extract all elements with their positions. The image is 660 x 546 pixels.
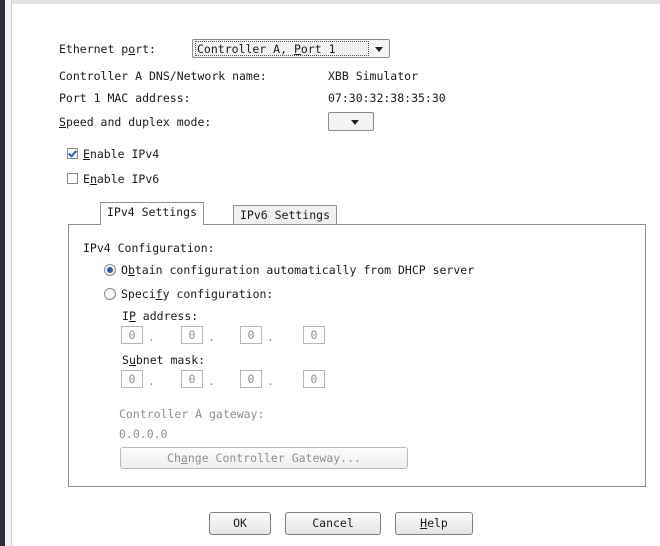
ip-octet-2[interactable]: 0 <box>181 326 203 344</box>
help-button[interactable]: Help <box>395 512 473 535</box>
subnet-octet-1[interactable]: 0 <box>121 370 143 388</box>
mac-address-label: Port 1 MAC address: <box>59 91 191 105</box>
subnet-octet-3[interactable]: 0 <box>240 370 262 388</box>
tab-ipv4-settings[interactable]: IPv4 Settings <box>100 202 205 225</box>
change-gateway-button[interactable]: Change Controller Gateway... <box>120 447 408 469</box>
speed-duplex-label: Speed and duplex mode: <box>59 115 212 129</box>
dns-name-label: Controller A DNS/Network name: <box>59 69 267 83</box>
gateway-value: 0.0.0.0 <box>119 427 168 441</box>
subnet-dot-separator: . <box>148 374 155 388</box>
gateway-label: Controller A gateway: <box>119 407 265 421</box>
ipv4-configuration-heading: IPv4 Configuration: <box>83 241 215 255</box>
ip-dot-separator: . <box>148 330 155 344</box>
dns-name-value: XBB Simulator <box>328 69 419 83</box>
ipv4-settings-panel: IPv4 Configuration: Obtain configuration… <box>68 224 646 487</box>
subnet-mask-label: Subnet mask: <box>122 353 206 367</box>
enable-ipv4-checkbox[interactable] <box>67 148 78 159</box>
subnet-octet-4[interactable]: 0 <box>303 370 325 388</box>
dhcp-label: Obtain configuration automatically from … <box>121 263 475 277</box>
enable-ipv6-checkbox[interactable] <box>67 173 78 184</box>
dhcp-radio[interactable] <box>104 264 116 276</box>
specify-config-label: Specify configuration: <box>121 287 274 301</box>
cancel-button[interactable]: Cancel <box>285 512 381 535</box>
ok-button[interactable]: OK <box>209 512 271 535</box>
tab-ipv6-settings[interactable]: IPv6 Settings <box>233 205 338 224</box>
chevron-down-icon <box>375 47 383 52</box>
ip-octet-3[interactable]: 0 <box>240 326 262 344</box>
ip-octet-4[interactable]: 0 <box>303 326 325 344</box>
speed-duplex-select[interactable] <box>328 112 374 131</box>
background-window-border <box>5 0 12 546</box>
enable-ipv4-label: Enable IPv4 <box>83 147 160 161</box>
subnet-octet-2[interactable]: 0 <box>181 370 203 388</box>
mac-address-value: 07:30:32:38:35:30 <box>328 91 446 105</box>
ethernet-port-settings-dialog: Ethernet port: Controller A, Port 1 Cont… <box>12 4 660 546</box>
ip-dot-separator: . <box>267 330 274 344</box>
subnet-dot-separator: . <box>267 374 274 388</box>
specify-config-radio[interactable] <box>104 288 116 300</box>
subnet-dot-separator: . <box>208 374 215 388</box>
ip-octet-1[interactable]: 0 <box>121 326 143 344</box>
enable-ipv6-label: Enable IPv6 <box>83 172 160 186</box>
ip-dot-separator: . <box>208 330 215 344</box>
ip-address-label: IP address: <box>122 309 199 323</box>
chevron-down-icon <box>351 120 359 125</box>
ethernet-port-value: Controller A, Port 1 <box>197 42 336 56</box>
ethernet-port-select[interactable]: Controller A, Port 1 <box>192 39 390 58</box>
ethernet-port-label: Ethernet port: <box>59 42 156 56</box>
